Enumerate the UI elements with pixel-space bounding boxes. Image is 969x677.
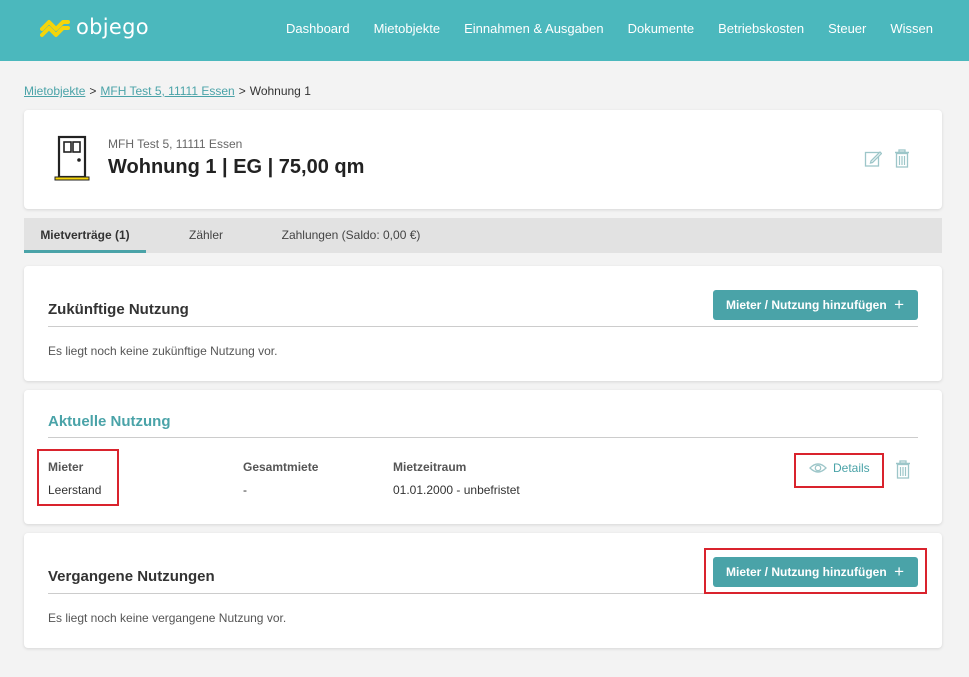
breadcrumb: Mietobjekte > MFH Test 5, 11111 Essen > Wohn…: [24, 84, 311, 98]
past-usage-title: Vergangene Nutzungen: [48, 568, 215, 585]
nav-dashboard[interactable]: Dashboard: [286, 21, 350, 36]
past-usage-empty-text: Es liegt noch keine vergangene Nutzung v…: [48, 611, 287, 625]
breadcrumb-separator: >: [238, 84, 246, 98]
future-usage-empty-text: Es liegt noch keine zukünftige Nutzung v…: [48, 344, 278, 358]
unit-header-card: MFH Test 5, 11111 Essen Wohnung 1 | EG |…: [24, 110, 942, 209]
current-usage-title: Aktuelle Nutzung: [48, 413, 171, 430]
current-usage-card: Aktuelle Nutzung Mieter Gesamtmiete Miet…: [24, 390, 942, 524]
column-header-gesamtmiete: Gesamtmiete: [243, 460, 319, 474]
add-tenant-label: Mieter / Nutzung hinzufügen: [726, 298, 887, 312]
objego-logo-icon: [40, 20, 70, 37]
details-button[interactable]: Details: [809, 461, 870, 475]
details-label: Details: [833, 461, 870, 475]
eye-icon: [809, 463, 827, 473]
trash-icon[interactable]: [894, 149, 910, 168]
add-tenant-button-future[interactable]: Mieter / Nutzung hinzufügen +: [713, 290, 918, 320]
brand-name: objego: [76, 15, 149, 39]
nav-steuer[interactable]: Steuer: [828, 21, 866, 36]
future-usage-title: Zukünftige Nutzung: [48, 301, 189, 318]
breadcrumb-building[interactable]: MFH Test 5, 11111 Essen: [100, 84, 234, 98]
tab-zahlungen[interactable]: Zahlungen (Saldo: 0,00 €): [276, 218, 426, 253]
door-icon: [54, 135, 90, 181]
total-rent-value: -: [243, 483, 247, 497]
main-nav: Dashboard Mietobjekte Einnahmen & Ausgab…: [262, 21, 933, 36]
nav-dokumente[interactable]: Dokumente: [628, 21, 694, 36]
divider: [48, 593, 918, 594]
top-navigation-bar: objego Dashboard Mietobjekte Einnahmen &…: [0, 0, 969, 61]
column-header-mieter: Mieter: [48, 460, 84, 474]
future-usage-card: Zukünftige Nutzung Mieter / Nutzung hinz…: [24, 266, 942, 381]
plus-icon: +: [894, 562, 904, 581]
add-tenant-label: Mieter / Nutzung hinzufügen: [726, 565, 887, 579]
tab-bar: Mietverträge (1) Zähler Zahlungen (Saldo…: [24, 218, 942, 253]
divider: [48, 326, 918, 327]
tab-mietvertraege[interactable]: Mietverträge (1): [24, 218, 146, 253]
tenant-name: Leerstand: [48, 483, 102, 497]
nav-einnahmen-ausgaben[interactable]: Einnahmen & Ausgaben: [464, 21, 604, 36]
breadcrumb-mietobjekte[interactable]: Mietobjekte: [24, 84, 85, 98]
nav-betriebskosten[interactable]: Betriebskosten: [718, 21, 804, 36]
nav-mietobjekte[interactable]: Mietobjekte: [374, 21, 440, 36]
rental-period-value: 01.01.2000 - unbefristet: [393, 483, 520, 497]
trash-icon[interactable]: [895, 460, 911, 479]
add-tenant-button-past[interactable]: Mieter / Nutzung hinzufügen +: [713, 557, 918, 587]
past-usage-card: Vergangene Nutzungen Mieter / Nutzung hi…: [24, 533, 942, 648]
divider: [48, 437, 918, 438]
edit-icon[interactable]: [864, 149, 882, 168]
nav-wissen[interactable]: Wissen: [890, 21, 933, 36]
breadcrumb-current: Wohnung 1: [249, 84, 311, 98]
unit-building-address: MFH Test 5, 11111 Essen: [108, 137, 243, 151]
column-header-mietzeitraum: Mietzeitraum: [393, 460, 467, 474]
breadcrumb-separator: >: [89, 84, 97, 98]
tab-zaehler[interactable]: Zähler: [174, 218, 238, 253]
plus-icon: +: [894, 295, 904, 314]
page-title: Wohnung 1 | EG | 75,00 qm: [108, 156, 365, 178]
brand-logo[interactable]: objego: [40, 15, 149, 39]
